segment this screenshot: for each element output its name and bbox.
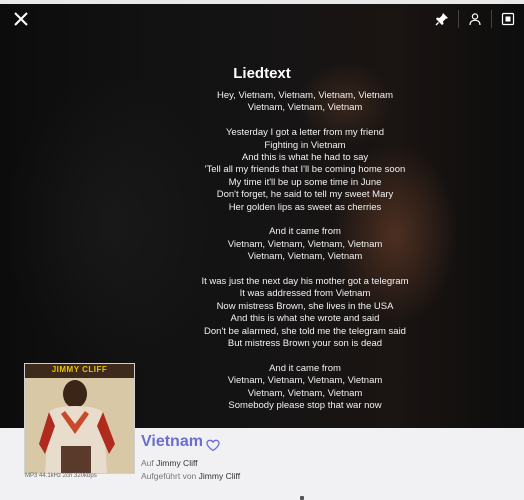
artist-line: Aufgeführt von Jimmy Cliff [141, 471, 240, 481]
close-icon [14, 12, 28, 26]
artist-prefix: Aufgeführt von [141, 471, 197, 481]
lyrics-title: Liedtext [233, 65, 291, 82]
album-link[interactable]: Jimmy Cliff [156, 458, 197, 468]
album-prefix: Auf [141, 458, 154, 468]
user-icon [469, 13, 481, 26]
lyrics-line: Her golden lips as sweet as cherries [228, 201, 382, 213]
song-title[interactable]: Vietnam [141, 433, 203, 451]
lyrics-line: My time it'll be up some time in June [228, 176, 382, 188]
lyrics-line: 'Tell all my friends that I'll be coming… [204, 164, 406, 176]
user-button[interactable] [465, 10, 485, 28]
lyrics-stanza: Hey, Vietnam, Vietnam, Vietnam, Vietnam V… [0, 90, 524, 115]
close-button[interactable] [12, 10, 30, 28]
toolbar-divider [491, 10, 492, 28]
lyrics-line: Fighting in Vietnam [264, 139, 346, 151]
lyrics-line: But mistress Brown your son is dead [227, 338, 383, 350]
lyrics-line: Vietnam, Vietnam, Vietnam [247, 251, 363, 263]
lyrics-line: And this is what she wrote and said [230, 313, 380, 325]
lyrics-view: Liedtext Hey, Vietnam, Vietnam, Vietnam,… [0, 0, 524, 500]
lyrics-line: Vietnam, Vietnam, Vietnam [247, 102, 363, 114]
drag-handle[interactable] [300, 496, 304, 500]
album-cover-title: JIMMY CLIFF [51, 365, 108, 374]
album-cover-art [25, 364, 134, 473]
top-toolbar [432, 10, 518, 28]
pin-icon [435, 13, 448, 26]
lyrics-line: Yesterday I got a letter from my friend [225, 127, 385, 139]
screen-button[interactable] [498, 10, 518, 28]
album-cover[interactable]: JIMMY CLIFF [24, 363, 135, 474]
lyrics-line: Vietnam, Vietnam, Vietnam, Vietnam [227, 238, 383, 250]
lyrics-line: Hey, Vietnam, Vietnam, Vietnam, Vietnam [216, 90, 394, 101]
lyrics-line: Now mistress Brown, she lives in the USA [216, 300, 394, 312]
lyrics-line: And it came from [269, 226, 341, 238]
audio-quality: MP3 44.1kHz 2ch 320kbps [25, 473, 97, 479]
lyrics-stanza: It was just the next day his mother got … [0, 276, 524, 350]
lyrics-line: It was addressed from Vietnam [239, 288, 371, 300]
lyrics-line: Don't forget, he said to tell my sweet M… [216, 189, 394, 201]
artist-link[interactable]: Jimmy Cliff [199, 471, 240, 481]
pin-button[interactable] [432, 10, 452, 28]
lyrics-stanza: And it came from Vietnam, Vietnam, Vietna… [0, 226, 524, 263]
lyrics-line: It was just the next day his mother got … [201, 276, 409, 288]
lyrics-line: And this is what he had to say [241, 152, 369, 164]
screen-icon [501, 12, 515, 26]
toolbar-divider [458, 10, 459, 28]
album-line: Auf Jimmy Cliff [141, 458, 198, 468]
heart-icon [206, 439, 220, 452]
lyrics-stanza: Yesterday I got a letter from my friend F… [0, 127, 524, 214]
lyrics-line: Don't be alarmed, she told me the telegr… [204, 325, 406, 337]
favorite-button[interactable] [206, 437, 220, 452]
